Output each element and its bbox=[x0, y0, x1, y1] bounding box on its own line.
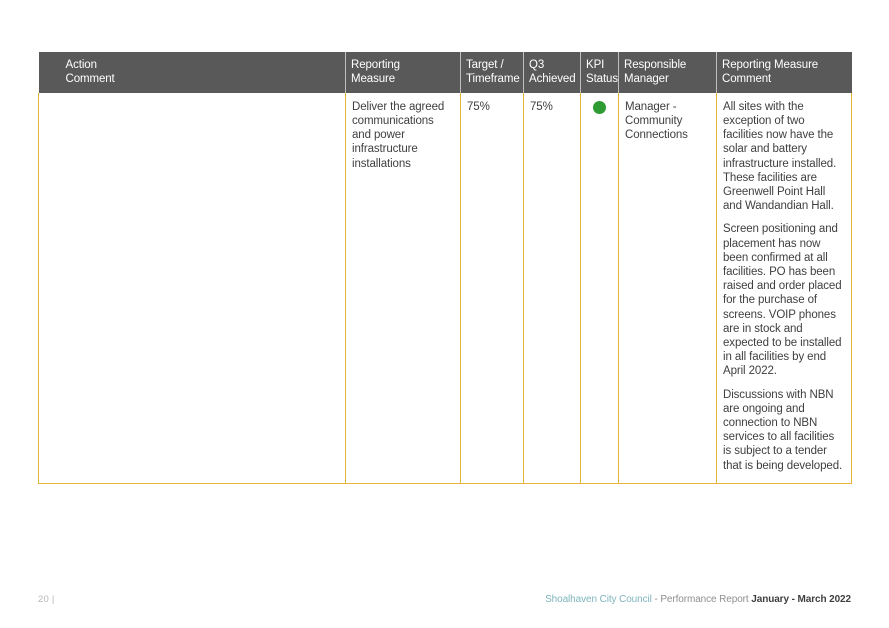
status-dot-green-icon bbox=[593, 101, 606, 115]
column-header-target-timeframe-line2: Timeframe bbox=[466, 73, 520, 86]
footer-page-number: 20 | bbox=[38, 594, 54, 605]
footer-report-label: - Performance Report bbox=[651, 594, 752, 605]
document-page: Action Comment Reporting Measure Target … bbox=[0, 0, 889, 628]
table-row: Deliver the agreed communications and po… bbox=[38, 92, 852, 484]
column-header-action-line2: Comment bbox=[65, 73, 115, 86]
cell-q3-achieved: 75% bbox=[523, 92, 581, 484]
page-number-separator: | bbox=[51, 594, 55, 605]
column-header-kpi-status-line1: KPI bbox=[586, 59, 605, 71]
column-header-responsible-manager-line2: Manager bbox=[624, 73, 669, 86]
table-header-row: Action Comment Reporting Measure Target … bbox=[38, 52, 852, 93]
column-header-q3-achieved-line1: Q3 bbox=[529, 59, 545, 71]
column-header-q3-achieved-line2: Achieved bbox=[529, 73, 576, 86]
column-header-action-line1: Action bbox=[65, 59, 97, 71]
column-header-reporting-measure: Reporting Measure bbox=[345, 52, 461, 93]
column-header-target-timeframe-line1: Target / bbox=[466, 59, 504, 71]
cell-kpi-status bbox=[580, 92, 619, 484]
column-header-reporting-measure-line2: Measure bbox=[351, 73, 396, 86]
cell-reporting-measure-comment: All sites with the exception of two faci… bbox=[716, 92, 852, 484]
column-header-kpi-status-line2: Status bbox=[586, 73, 619, 86]
page-footer: 20 | Shoalhaven City Council - Performan… bbox=[38, 594, 851, 612]
column-header-reporting-measure-comment-line2: Comment bbox=[722, 73, 772, 86]
comment-paragraph: Screen positioning and placement has now… bbox=[723, 223, 842, 378]
cell-action-comment bbox=[38, 92, 346, 484]
column-header-reporting-measure-comment-line1: Reporting Measure bbox=[722, 59, 819, 71]
cell-responsible-manager: Manager - Community Connections bbox=[618, 92, 717, 484]
column-header-responsible-manager-line1: Responsible bbox=[624, 59, 687, 71]
column-header-kpi-status: KPI Status bbox=[580, 52, 619, 93]
column-header-reporting-measure-comment: Reporting Measure Comment bbox=[716, 52, 852, 93]
column-header-responsible-manager: Responsible Manager bbox=[618, 52, 717, 93]
cell-target-timeframe: 75% bbox=[460, 92, 524, 484]
comment-paragraph: All sites with the exception of two faci… bbox=[723, 100, 837, 213]
column-header-q3-achieved: Q3 Achieved bbox=[523, 52, 581, 93]
column-header-action: Action Comment bbox=[60, 52, 346, 93]
cell-reporting-measure: Deliver the agreed communications and po… bbox=[345, 92, 461, 484]
comment-paragraph: Discussions with NBN are ongoing and con… bbox=[723, 388, 843, 472]
footer-period: January - March 2022 bbox=[751, 594, 851, 605]
footer-credit: Shoalhaven City Council - Performance Re… bbox=[545, 594, 851, 605]
footer-organisation: Shoalhaven City Council bbox=[545, 594, 652, 605]
page-number-value: 20 bbox=[38, 594, 49, 605]
table-header-gutter bbox=[38, 52, 61, 93]
performance-kpi-table: Action Comment Reporting Measure Target … bbox=[38, 52, 852, 484]
column-header-reporting-measure-line1: Reporting bbox=[351, 59, 400, 71]
column-header-target-timeframe: Target / Timeframe bbox=[460, 52, 524, 93]
